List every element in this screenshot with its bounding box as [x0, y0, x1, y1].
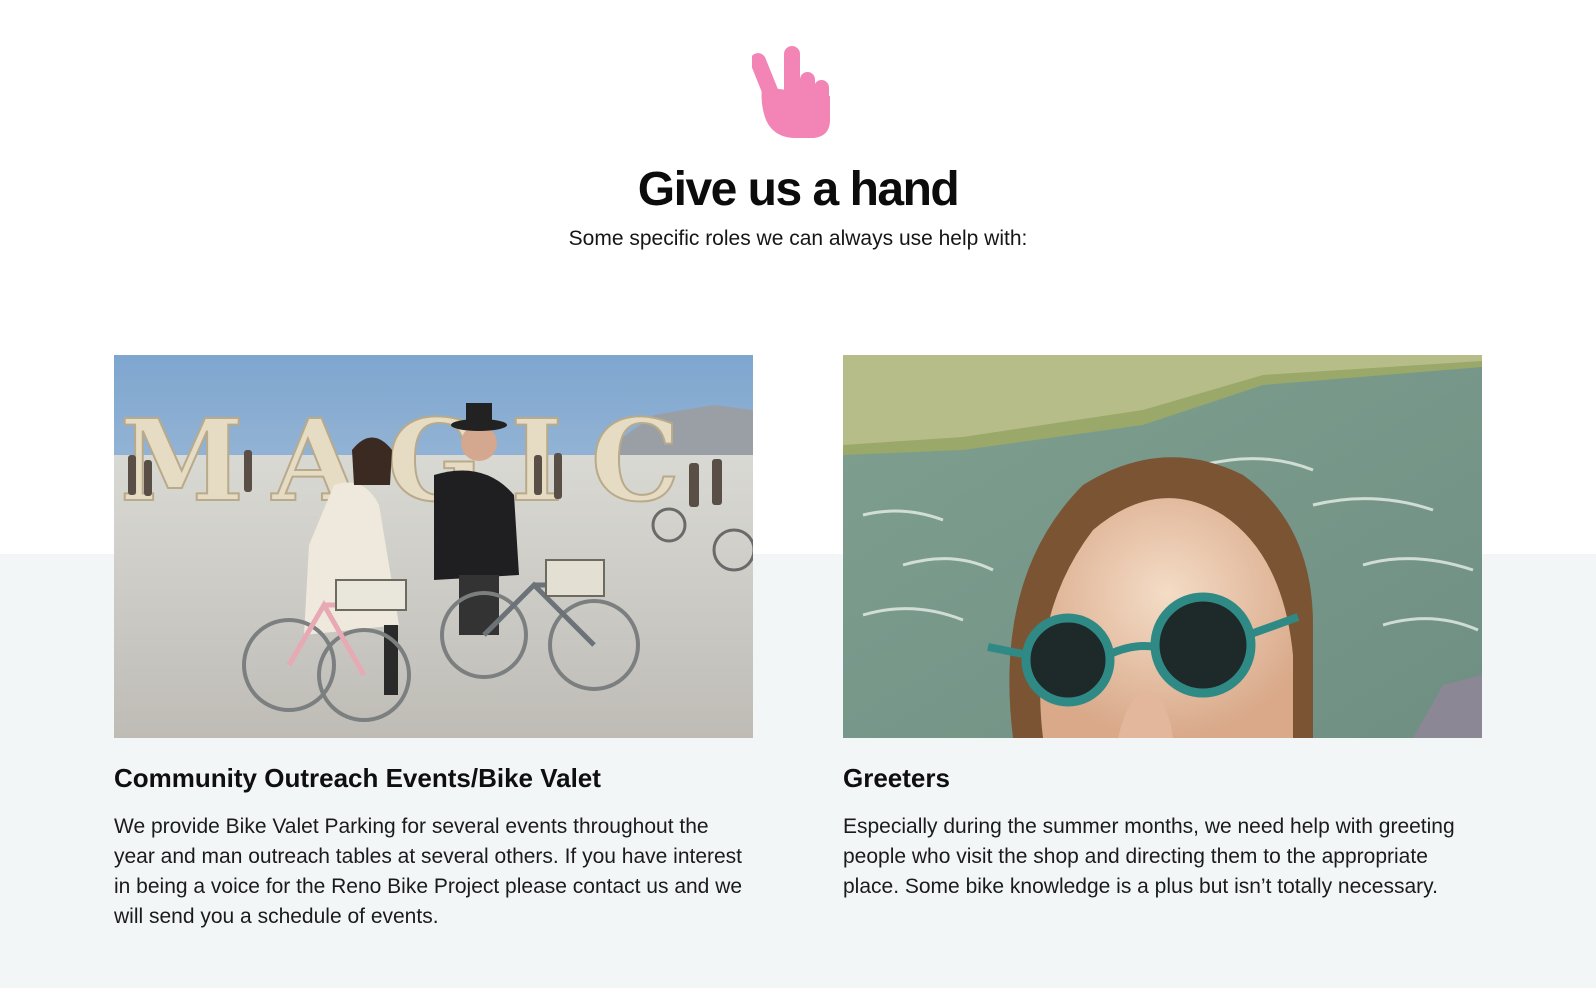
role-title: Community Outreach Events/Bike Valet [114, 763, 601, 793]
role-description: We provide Bike Valet Parking for severa… [114, 815, 743, 928]
role-title: Greeters [843, 763, 950, 793]
page-title: Give us a hand [637, 163, 960, 216]
role-card-bike-valet: MAGIC Community Outreach Events/Bike Val… [114, 355, 753, 932]
greeter-river-photo [843, 355, 1482, 738]
peace-hand-icon [752, 46, 830, 138]
bike-valet-photo: MAGIC [114, 355, 753, 738]
magic-sign-text: MAGIC [120, 396, 708, 527]
role-description: Especially during the summer months, we … [843, 815, 1455, 898]
role-card-greeters: Greeters Especially during the summer mo… [843, 355, 1482, 902]
page-subtitle: Some specific roles we can always use he… [568, 227, 1028, 250]
